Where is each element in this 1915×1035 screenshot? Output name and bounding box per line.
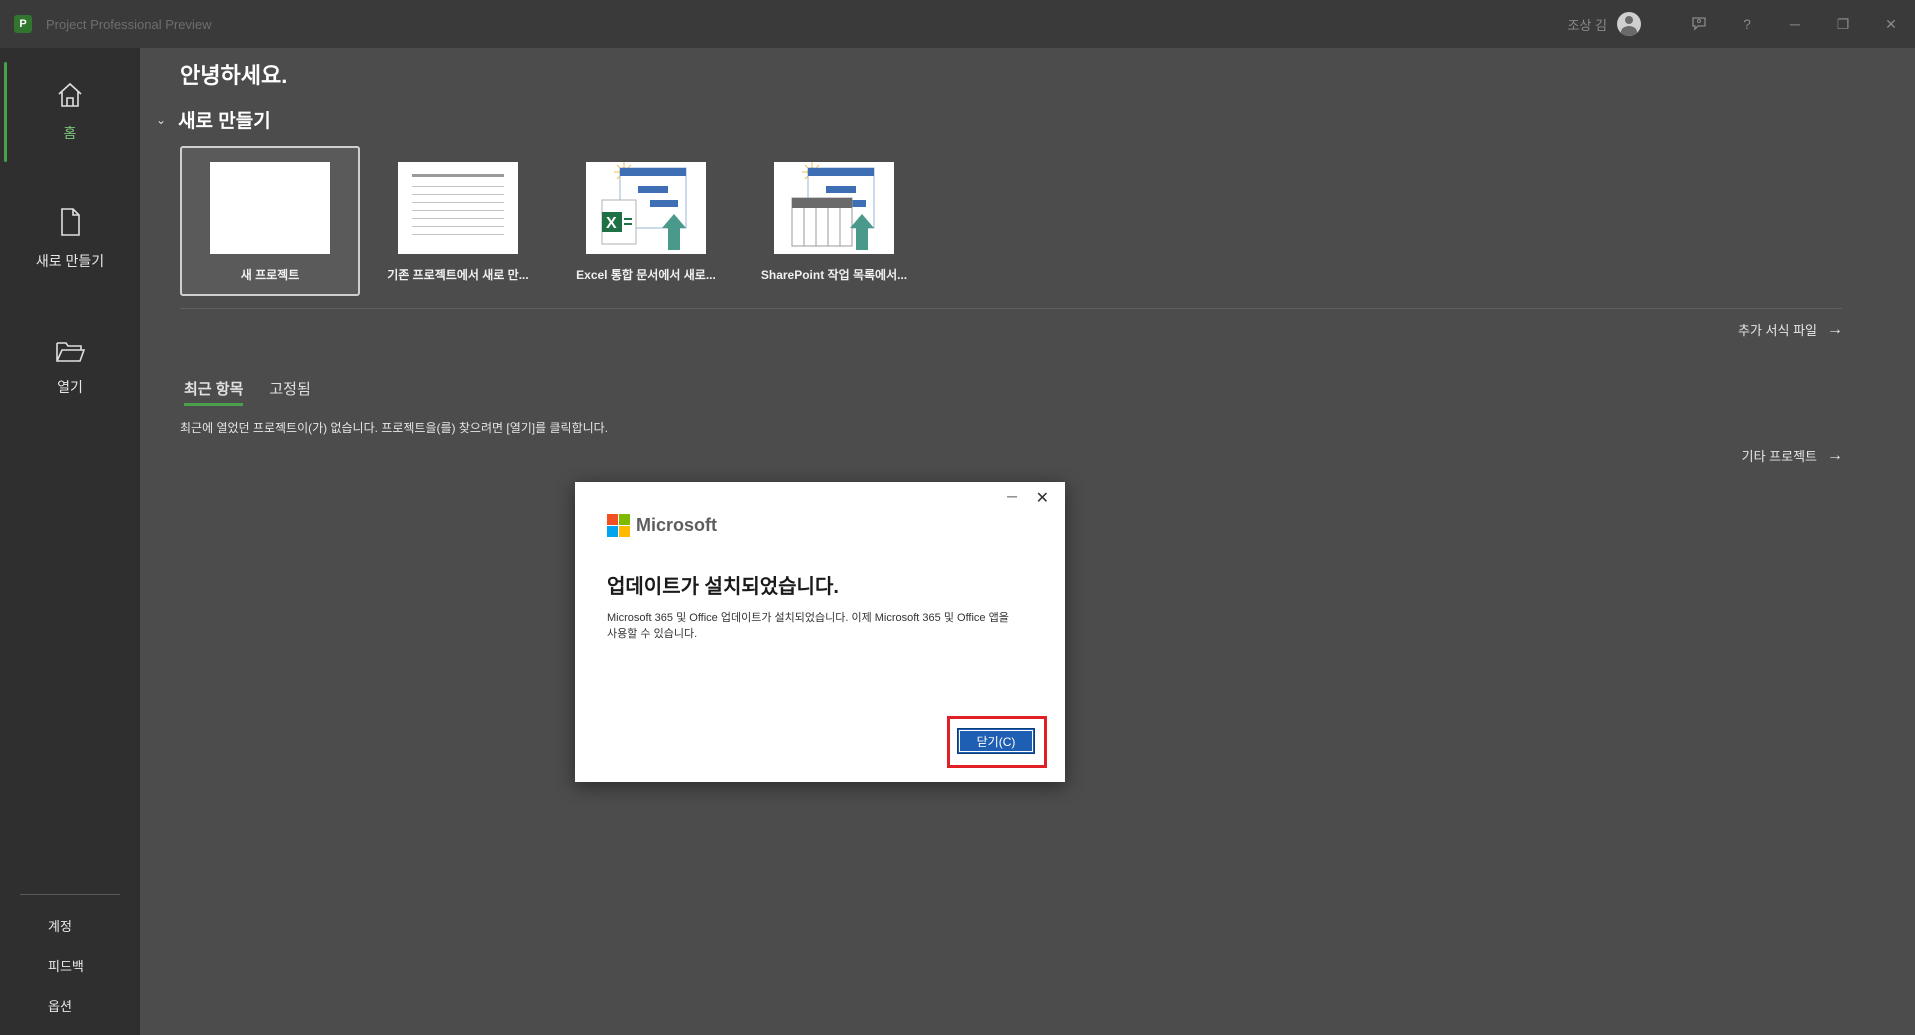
update-installed-dialog: ─ ✕ Microsoft 업데이트가 설치되었습니다. Microsoft 3…	[575, 482, 1065, 782]
new-section-header[interactable]: ⌄ 새로 만들기	[156, 106, 271, 133]
backstage-sidebar: 홈 새로 만들기 열기 계정 피드백 옵션	[0, 48, 140, 1035]
sidebar-item-feedback[interactable]: 피드백	[48, 956, 84, 975]
close-window-button[interactable]: ✕	[1867, 0, 1915, 48]
home-icon	[55, 80, 85, 115]
title-bar: P Project Professional Preview 조상 김 ? ─ …	[0, 0, 1915, 48]
sharepoint-thumbnail	[774, 162, 894, 254]
feedback-icon[interactable]	[1675, 0, 1723, 48]
sidebar-item-label: 홈	[63, 125, 77, 141]
close-dialog-button[interactable]: 닫기(C)	[957, 728, 1035, 754]
restore-button[interactable]: ❐	[1819, 0, 1867, 48]
sidebar-item-new[interactable]: 새로 만들기	[0, 206, 140, 271]
sidebar-divider	[20, 894, 120, 895]
tab-pinned[interactable]: 고정됨	[269, 378, 310, 406]
arrow-right-icon: →	[1827, 446, 1843, 464]
svg-text:X: X	[606, 215, 617, 232]
user-name[interactable]: 조상 김	[1568, 15, 1608, 34]
chevron-down-icon: ⌄	[156, 112, 167, 127]
template-label: 새 프로젝트	[240, 268, 300, 282]
template-label: 기존 프로젝트에서 새로 만...	[387, 268, 529, 282]
new-file-icon	[55, 206, 85, 243]
sidebar-item-home[interactable]: 홈	[0, 80, 140, 143]
minimize-button[interactable]: ─	[1771, 0, 1819, 48]
project-app-icon: P	[14, 15, 32, 33]
dialog-title: 업데이트가 설치되었습니다.	[607, 576, 839, 598]
new-section-title: 새로 만들기	[178, 111, 271, 132]
sidebar-item-account[interactable]: 계정	[48, 916, 72, 935]
empty-recent-message: 최근에 열었던 프로젝트이(가) 없습니다. 프로젝트을(를) 찾으려면 [열기…	[180, 421, 609, 435]
template-from-excel[interactable]: X Excel 통합 문서에서 새로...	[556, 146, 736, 296]
dialog-message: Microsoft 365 및 Office 업데이트가 설치되었습니다. 이제…	[607, 612, 1009, 640]
window-title: Project Professional Preview	[46, 16, 212, 32]
avatar[interactable]	[1617, 12, 1641, 36]
more-templates-label: 추가 서식 파일	[1738, 323, 1817, 338]
template-from-sharepoint[interactable]: SharePoint 작업 목록에서...	[744, 146, 924, 296]
section-divider	[180, 308, 1842, 309]
blank-thumbnail	[210, 162, 330, 254]
sidebar-item-open[interactable]: 열기	[0, 338, 140, 397]
excel-thumbnail: X	[586, 162, 706, 254]
brand-name: Microsoft	[636, 515, 717, 535]
other-projects-label: 기타 프로젝트	[1741, 449, 1817, 464]
microsoft-logo-icon	[607, 514, 630, 537]
lines-thumbnail	[398, 162, 518, 254]
other-projects-link[interactable]: 기타 프로젝트 →	[1742, 446, 1843, 465]
sidebar-item-label: 새로 만들기	[35, 253, 105, 269]
dialog-close-icon[interactable]: ✕	[1036, 488, 1049, 508]
tab-recent[interactable]: 최근 항목	[184, 378, 244, 406]
template-label: SharePoint 작업 목록에서...	[760, 268, 908, 282]
template-from-existing[interactable]: 기존 프로젝트에서 새로 만...	[368, 146, 548, 296]
sidebar-item-options[interactable]: 옵션	[48, 996, 72, 1015]
microsoft-logo: Microsoft	[607, 514, 717, 537]
file-tabs: 최근 항목 고정됨	[184, 378, 337, 406]
template-label: Excel 통합 문서에서 새로...	[576, 268, 716, 282]
dialog-minimize-button[interactable]: ─	[1007, 488, 1017, 504]
arrow-right-icon: →	[1827, 320, 1843, 338]
template-gallery: 새 프로젝트 기존 프로젝트에서 새로 만... X Excel 통합 문서에서…	[180, 146, 932, 296]
greeting-heading: 안녕하세요.	[180, 63, 288, 88]
template-blank-project[interactable]: 새 프로젝트	[180, 146, 360, 296]
open-folder-icon	[54, 338, 86, 369]
more-templates-link[interactable]: 추가 서식 파일 →	[1738, 320, 1843, 339]
sidebar-item-label: 열기	[57, 379, 83, 395]
help-icon[interactable]: ?	[1723, 0, 1771, 48]
